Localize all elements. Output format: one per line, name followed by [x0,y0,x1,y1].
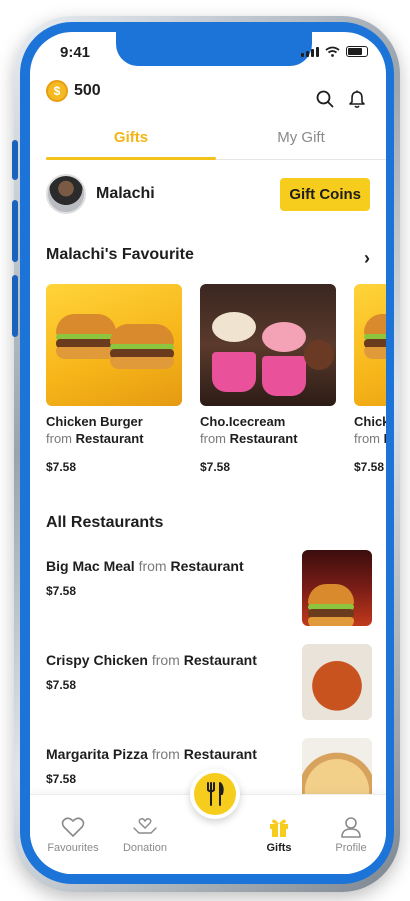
gift-icon [270,819,288,837]
signal-icon [301,46,319,57]
profile-row: Malachi Gift Coins [46,174,370,214]
list-item[interactable]: Big Mac Meal from Restaurant $7.58 [46,550,372,644]
favourite-price: $7.58 [354,460,385,474]
nav-favourites[interactable]: Favourites [38,816,108,854]
notch [116,32,312,66]
restaurant-item-name: Margarita Pizza from Restaurant [46,746,257,762]
nav-gifts[interactable]: Gifts [244,816,314,854]
wifi-icon [325,46,340,57]
volume-down-button [12,275,18,337]
favourite-source: from Restaurant [46,431,144,446]
favourite-price: $7.58 [46,460,77,474]
favourite-name: Cho.Icecream [200,414,286,429]
search-icon[interactable] [316,90,334,108]
all-restaurants-title: All Restaurants [46,514,164,531]
donation-hands-icon [133,818,157,834]
favourite-price: $7.58 [200,460,231,474]
status-icons [301,46,368,57]
mute-switch [12,140,18,180]
chevron-right-icon[interactable]: › [364,248,370,269]
favourites-title: Malachi's Favourite [46,246,194,263]
app-screen: 9:41 $ 500 Gifts My Gift Malachi Gift Co… [30,32,386,874]
favourite-card[interactable]: Chicken Burger from Restaurant $7.58 [46,284,182,474]
nav-donation[interactable]: Donation [110,816,180,854]
battery-icon [346,46,368,57]
heart-icon [61,817,85,837]
chicken-burger-image [46,284,182,406]
restaurant-item-price: $7.58 [46,584,77,598]
tab-gifts[interactable]: Gifts [46,120,216,160]
volume-up-button [12,200,18,262]
restaurant-item-name: Big Mac Meal from Restaurant [46,558,244,574]
ice-cream-image [200,284,336,406]
nav-gifts-label: Gifts [266,842,292,854]
favourites-carousel[interactable]: Chicken Burger from Restaurant $7.58 Cho… [46,284,386,474]
favourite-name: Chicke [354,414,386,429]
avatar[interactable] [46,174,86,214]
user-icon [341,817,361,838]
coin-balance: $ 500 [46,80,101,102]
gift-coins-button[interactable]: Gift Coins [280,177,370,211]
coin-balance-value: 500 [74,82,101,99]
nav-donation-label: Donation [122,842,168,854]
list-item[interactable]: Crispy Chicken from Restaurant $7.58 [46,644,372,738]
crispy-chicken-image [302,644,372,720]
nav-profile-label: Profile [335,842,367,854]
favourite-name: Chicken Burger [46,414,143,429]
restaurant-item-name: Crispy Chicken from Restaurant [46,652,257,668]
header-actions [316,90,366,109]
tab-my-gift[interactable]: My Gift [216,120,386,159]
chicken-burger-image [354,284,386,406]
profile-name: Malachi [96,185,155,202]
restaurant-item-price: $7.58 [46,678,77,692]
favourite-source: from Restaurant [200,431,298,446]
nav-profile[interactable]: Profile [316,816,386,854]
fork-knife-icon [207,782,224,806]
big-mac-meal-image [302,550,372,626]
tab-bar: Gifts My Gift [46,120,386,160]
bell-icon[interactable] [348,90,366,109]
favourite-card[interactable]: Cho.Icecream from Restaurant $7.58 [200,284,336,474]
bottom-navigation: Favourites Donation Gifts Profile [30,769,386,874]
restaurant-fab-button[interactable] [190,769,240,819]
favourite-card[interactable]: Chicke from R $7.58 [354,284,386,474]
favourite-source: from R [354,431,386,446]
status-time: 9:41 [60,44,91,61]
nav-favourites-label: Favourites [47,842,99,854]
coin-icon: $ [46,80,68,102]
